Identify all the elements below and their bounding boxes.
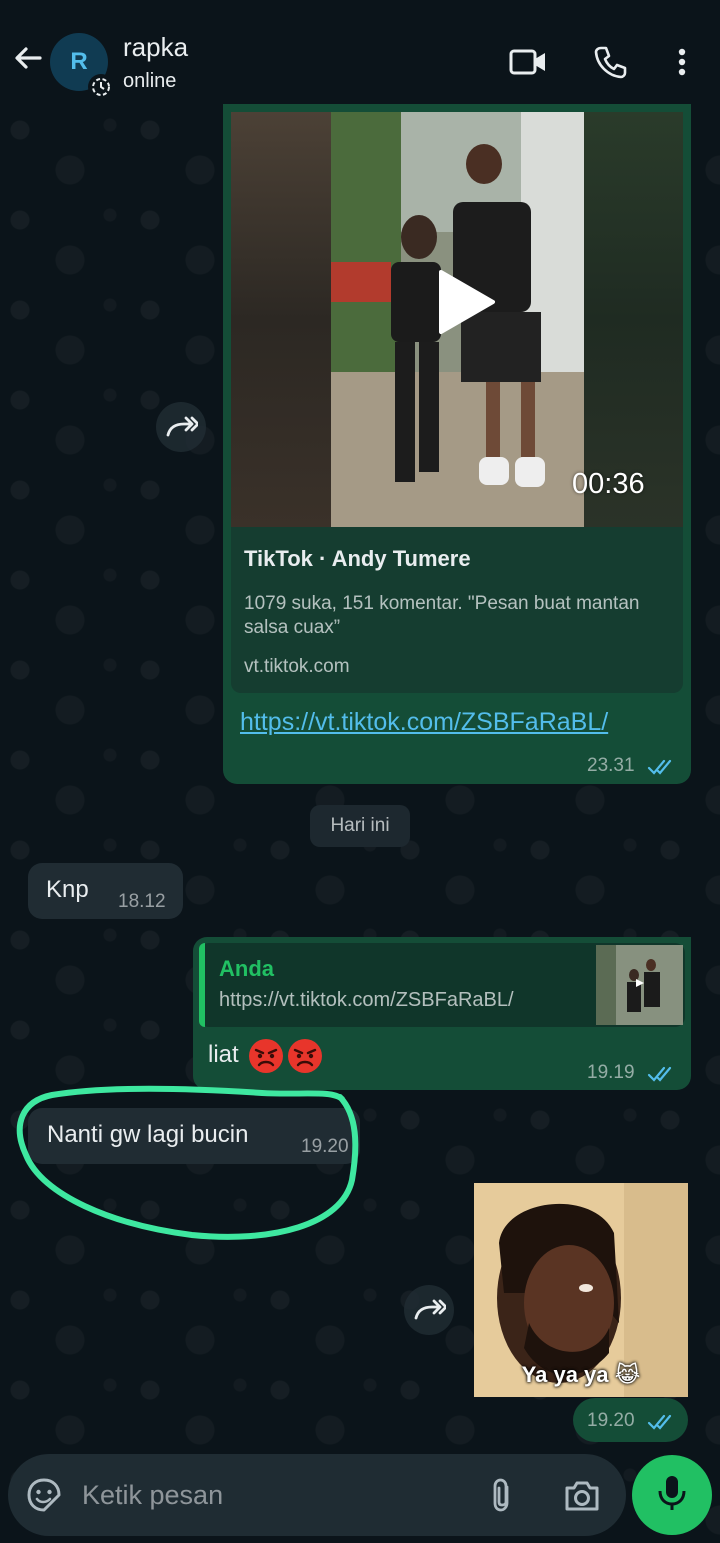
chat-header: R rapka online <box>0 0 720 110</box>
message-text: liat <box>208 1041 239 1068</box>
link-preview-description: 1079 suka, 151 komentar. "Pesan buat man… <box>244 593 640 638</box>
sticker-caption: Ya ya ya 😹 <box>521 1362 641 1387</box>
message-text: Knp <box>46 876 89 903</box>
quote-thumbnail <box>596 945 683 1025</box>
camera-icon[interactable] <box>563 1479 601 1513</box>
read-receipt-icon <box>647 1412 677 1432</box>
microphone-icon <box>657 1474 687 1517</box>
message-time: 19.19 <box>587 1062 635 1083</box>
status-ring-icon <box>88 74 114 100</box>
play-icon[interactable] <box>433 268 497 336</box>
message-input[interactable]: Ketik pesan <box>82 1480 223 1511</box>
video-call-icon[interactable] <box>508 42 548 82</box>
read-receipt-icon <box>647 1064 677 1084</box>
voice-message-button[interactable] <box>632 1455 712 1535</box>
date-separator: Hari ini <box>310 805 410 847</box>
contact-status: online <box>123 70 177 92</box>
back-arrow-icon[interactable] <box>10 40 46 76</box>
angry-face-emoji-icon <box>287 1038 323 1074</box>
link-preview-title: TikTok · Andy Tumere <box>244 546 471 571</box>
quote-author: Anda <box>219 956 274 981</box>
more-options-icon[interactable] <box>662 42 702 82</box>
message-link[interactable]: https://vt.tiktok.com/ZSBFaRaBL/ <box>240 708 608 737</box>
video-blur-left <box>231 112 331 527</box>
message-time: 19.20 <box>587 1410 635 1431</box>
highlight-circle-annotation <box>12 1085 362 1245</box>
voice-call-icon[interactable] <box>590 42 630 82</box>
video-blur-right <box>584 112 683 527</box>
attach-icon[interactable] <box>487 1477 517 1513</box>
read-receipt-icon <box>647 757 677 777</box>
message-time: 23.31 <box>587 755 635 776</box>
forward-button[interactable] <box>404 1285 454 1335</box>
quote-accent-bar <box>199 943 205 1027</box>
video-duration: 00:36 <box>572 468 645 500</box>
emoji-sticker-icon[interactable] <box>26 1477 62 1513</box>
angry-face-emoji-icon <box>248 1038 284 1074</box>
forward-button[interactable] <box>156 402 206 452</box>
quote-text: https://vt.tiktok.com/ZSBFaRaBL/ <box>219 989 514 1011</box>
link-preview-domain: vt.tiktok.com <box>244 656 350 677</box>
contact-name[interactable]: rapka <box>123 32 188 63</box>
message-time: 18.12 <box>118 891 166 912</box>
